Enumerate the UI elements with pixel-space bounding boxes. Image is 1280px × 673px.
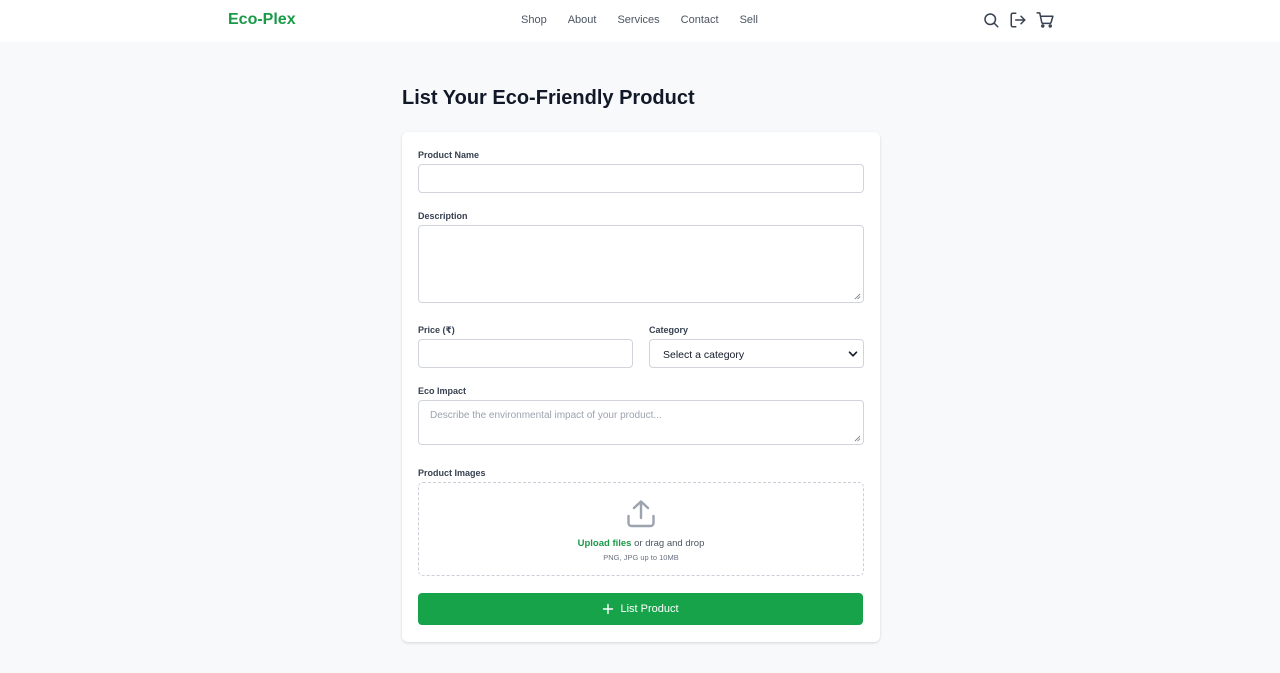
description-textarea[interactable] (418, 225, 864, 303)
product-images-label: Product Images (418, 468, 486, 478)
category-label: Category (649, 325, 689, 335)
chevron-down-icon (848, 351, 858, 357)
price-label: Price (₹) (418, 325, 455, 335)
nav-link-about[interactable]: About (568, 14, 597, 26)
plus-icon (603, 603, 614, 615)
nav-link-services[interactable]: Services (617, 14, 659, 26)
category-select[interactable]: Select a category (649, 339, 864, 368)
eco-impact-textarea[interactable]: Describe the environmental impact of you… (418, 400, 864, 445)
logout-icon[interactable] (1009, 11, 1027, 29)
nav-icon-group (982, 11, 1054, 29)
list-product-button-label: List Product (620, 603, 679, 615)
eco-impact-label: Eco Impact (418, 386, 467, 396)
price-input[interactable] (418, 339, 633, 368)
drag-drop-text: or drag and drop (631, 538, 705, 549)
nav-link-sell[interactable]: Sell (740, 14, 758, 26)
search-icon[interactable] (982, 11, 1000, 29)
list-product-button[interactable]: List Product (418, 593, 863, 625)
product-form-card: Product Name Description Price (₹) Categ… (402, 132, 880, 642)
nav-link-contact[interactable]: Contact (681, 14, 719, 26)
upload-icon (627, 500, 655, 528)
eco-impact-placeholder: Describe the environmental impact of you… (430, 410, 662, 421)
brand-logo[interactable]: Eco-Plex (228, 11, 296, 29)
upload-file-hint: PNG, JPG up to 10MB (603, 553, 679, 562)
upload-instructions: Upload files or drag and drop (419, 538, 863, 549)
description-label: Description (418, 211, 468, 221)
page-title: List Your Eco-Friendly Product (402, 87, 695, 109)
upload-files-link[interactable]: Upload files (578, 538, 632, 549)
nav-links: Shop About Services Contact Sell (521, 14, 758, 26)
resize-handle-icon[interactable] (854, 435, 861, 442)
resize-handle-icon[interactable] (854, 293, 861, 300)
product-name-label: Product Name (418, 150, 480, 160)
category-select-value: Select a category (663, 349, 745, 361)
cart-icon[interactable] (1036, 11, 1054, 29)
image-dropzone[interactable]: Upload files or drag and drop PNG, JPG u… (418, 482, 864, 576)
product-name-input[interactable] (418, 164, 864, 193)
top-navbar: Eco-Plex Shop About Services Contact Sel… (0, 0, 1280, 42)
nav-link-shop[interactable]: Shop (521, 14, 547, 26)
